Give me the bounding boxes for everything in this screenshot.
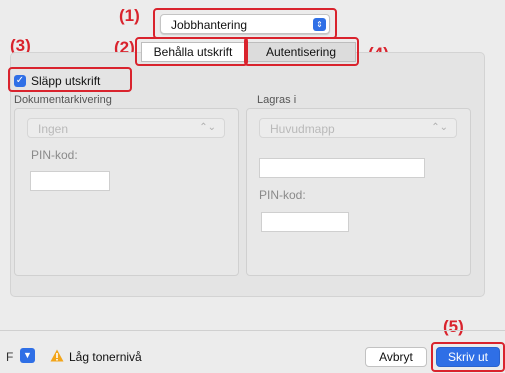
store-in-pin-label: PIN-kod: [259,188,306,202]
toner-warning-text: Låg tonernivå [69,350,142,364]
cancel-button[interactable]: Avbryt [365,347,427,367]
updown-chevron-icon: ⌃⌄ [431,122,448,133]
store-in-title: Lagras i [257,94,297,106]
callout-5: (5) [443,317,464,336]
document-filing-popup[interactable]: Ingen ⌃⌄ [27,118,225,138]
footer-divider [0,330,505,331]
callout-box-2 [135,37,248,66]
warning-triangle-icon [50,349,64,362]
callout-box-4 [244,37,359,66]
store-in-popup[interactable]: Huvudmapp ⌃⌄ [259,118,457,138]
updown-chevron-icon: ⌃⌄ [199,122,216,133]
callout-box-3 [8,67,132,92]
store-in-folder-field[interactable] [259,158,425,178]
document-filing-pin-label: PIN-kod: [31,148,78,162]
store-in-pin-field[interactable] [261,212,349,232]
store-in-popup-label: Huvudmapp [270,122,335,136]
callout-box-5 [431,342,505,372]
callout-1: (1) [119,6,140,25]
pdf-menu-label: F [6,350,14,364]
callout-box-1 [153,8,337,39]
chevron-down-icon[interactable]: ▼ [20,348,35,363]
document-filing-title: Dokumentarkivering [14,94,112,106]
document-filing-popup-label: Ingen [38,122,69,136]
document-filing-pin-field[interactable] [30,171,110,191]
